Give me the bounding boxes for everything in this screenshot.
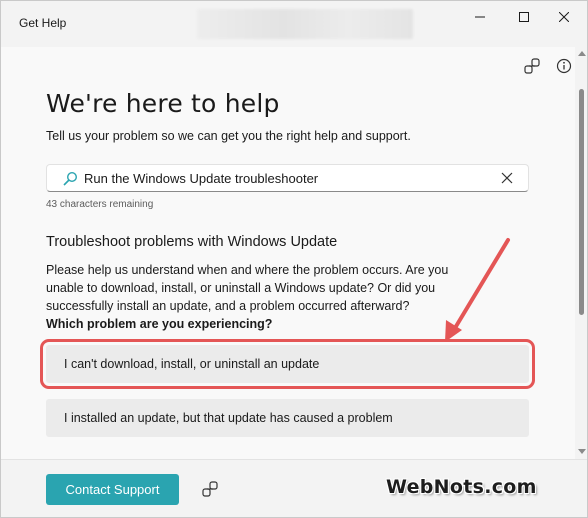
close-button[interactable] [541, 1, 587, 33]
page-subtitle: Tell us your problem so we can get you t… [46, 129, 411, 143]
watermark: WebNots.com [386, 476, 537, 498]
scrollbar[interactable] [576, 47, 587, 459]
search-value: Run the Windows Update troubleshooter [84, 171, 319, 186]
section-title: Troubleshoot problems with Windows Updat… [46, 234, 338, 250]
question-label: Which problem are you experiencing? [46, 317, 273, 331]
search-input[interactable]: Run the Windows Update troubleshooter [46, 164, 529, 192]
app-title: Get Help [19, 16, 67, 30]
close-icon [559, 12, 569, 22]
character-count: 43 characters remaining [46, 199, 154, 210]
info-button[interactable] [555, 57, 573, 75]
close-icon [501, 172, 513, 184]
share-link-button[interactable] [523, 57, 541, 75]
scroll-thumb[interactable] [579, 89, 584, 315]
main-content: We're here to help Tell us your problem … [1, 47, 575, 459]
link-icon [524, 58, 540, 74]
section-description: Please help us understand when and where… [46, 263, 449, 313]
minimize-button[interactable] [457, 1, 503, 33]
contact-support-button[interactable]: Contact Support [46, 474, 179, 505]
page-heading: We're here to help [46, 89, 280, 118]
scroll-up-arrow[interactable] [578, 51, 586, 56]
option-label: I installed an update, but that update h… [64, 411, 393, 425]
option-update-caused-problem[interactable]: I installed an update, but that update h… [46, 399, 529, 437]
minimize-icon [475, 16, 485, 18]
maximize-icon [519, 12, 529, 22]
share-button[interactable] [202, 481, 218, 502]
header-actions [523, 57, 573, 75]
search-icon [63, 171, 78, 186]
get-help-window: Get Help We're here to help Tell us your… [0, 0, 588, 518]
scroll-down-arrow[interactable] [578, 449, 586, 454]
info-icon [556, 58, 572, 74]
blurred-title-area [197, 9, 413, 39]
link-icon [202, 481, 218, 497]
option-label: I can't download, install, or uninstall … [64, 357, 320, 371]
title-bar: Get Help [1, 1, 587, 47]
option-cant-download[interactable]: I can't download, install, or uninstall … [40, 339, 535, 389]
